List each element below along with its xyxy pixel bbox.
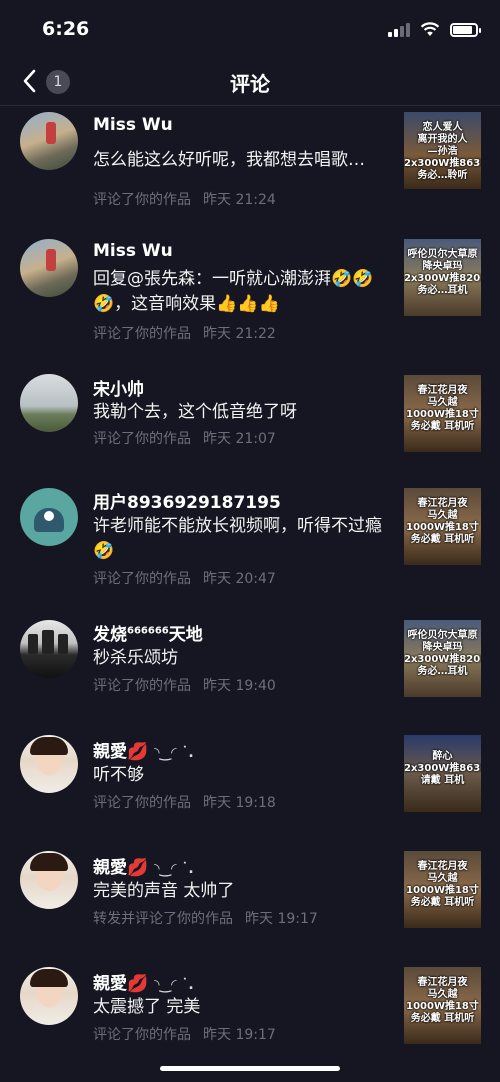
thumbnail-caption: 春江花月夜 马久越 1000W推18寸 务必戴 耳机听	[406, 498, 479, 545]
wifi-icon	[420, 22, 440, 36]
avatar[interactable]	[20, 620, 78, 678]
comment-text: 完美的声音 太帅了	[93, 881, 235, 901]
commenter-name[interactable]: 发烧666666天地	[93, 620, 203, 645]
comment-meta: 评论了你的作品 昨天 21:07	[93, 431, 276, 447]
comment-list: Miss Wu 怎么能这么好听呢，我都想去唱歌… 评论了你的作品 昨天 21:24…	[0, 107, 500, 1079]
thumbnail-caption: 呼伦贝尔大草原 降央卓玛 2x300W推8201 务必…耳机	[404, 249, 481, 296]
avatar[interactable]	[20, 239, 78, 297]
comment-text: 听不够	[93, 765, 144, 785]
avatar[interactable]	[20, 374, 78, 432]
status-bar: 6:26	[0, 0, 500, 58]
video-thumbnail[interactable]: 春江花月夜 马久越 1000W推18寸 务必戴 耳机听	[404, 488, 481, 565]
thumbnail-caption: 春江花月夜 马久越 1000W推18寸 务必戴 耳机听	[406, 977, 479, 1024]
video-thumbnail[interactable]: 呼伦贝尔大草原 降央卓玛 2x300W推8201 务必…耳机	[404, 620, 481, 697]
video-thumbnail[interactable]: 呼伦贝尔大草原 降央卓玛 2x300W推8201 务必…耳机	[404, 239, 481, 316]
thumbnail-caption: 醉心 2x300W推8631 请戴 耳机	[404, 751, 481, 786]
status-time: 6:26	[42, 18, 90, 40]
thumbnail-caption: 春江花月夜 马久越 1000W推18寸 务必戴 耳机听	[406, 385, 479, 432]
list-item[interactable]: Miss Wu 回复@張先森：一听就心潮澎湃🤣🤣🤣，这音响效果👍👍👍 评论了你的…	[0, 232, 500, 372]
comment-text: 秒杀乐颂坊	[93, 648, 178, 668]
comment-meta: 评论了你的作品 昨天 19:40	[93, 678, 276, 694]
comment-text: 回复@張先森：一听就心潮澎湃🤣🤣🤣，这音响效果👍👍👍	[93, 269, 374, 314]
video-thumbnail[interactable]: 春江花月夜 马久越 1000W推18寸 务必戴 耳机听	[404, 851, 481, 928]
thumbnail-caption: 春江花月夜 马久越 1000W推18寸 务必戴 耳机听	[406, 861, 479, 908]
comment-text: 太震撼了 完美	[93, 997, 201, 1017]
list-item[interactable]: 发烧666666天地 秒杀乐颂坊 评论了你的作品 昨天 19:40 呼伦贝尔大草原…	[0, 616, 500, 730]
commenter-name[interactable]: Miss Wu	[93, 241, 173, 261]
list-item[interactable]: 親愛💋 ◝‿◜ ˙. 太震撼了 完美 评论了你的作品 昨天 19:17 春江花月夜…	[0, 963, 500, 1079]
avatar[interactable]	[20, 112, 78, 170]
status-icons	[388, 22, 481, 37]
comment-meta: 评论了你的作品 昨天 19:17	[93, 1027, 276, 1043]
comment-meta: 评论了你的作品 昨天 19:18	[93, 795, 276, 811]
home-indicator[interactable]	[160, 1066, 340, 1071]
commenter-name[interactable]: 親愛💋 ◝‿◜ ˙.	[93, 737, 194, 762]
comment-meta: 评论了你的作品 昨天 20:47	[93, 571, 276, 587]
comment-text: 怎么能这么好听呢，我都想去唱歌…	[93, 150, 365, 170]
list-item[interactable]: 親愛💋 ◝‿◜ ˙. 听不够 评论了你的作品 昨天 19:18 醉心 2x300W…	[0, 730, 500, 847]
nav-bar: 1 评论	[0, 58, 500, 106]
list-item[interactable]: Miss Wu 怎么能这么好听呢，我都想去唱歌… 评论了你的作品 昨天 21:24…	[0, 107, 500, 232]
avatar[interactable]	[20, 851, 78, 909]
comment-text: 许老师能不能放长视频啊，听得不过瘾🤣	[93, 516, 382, 561]
comment-meta: 评论了你的作品 昨天 21:22	[93, 326, 276, 342]
battery-icon	[450, 22, 481, 37]
comment-meta: 评论了你的作品 昨天 21:24	[93, 192, 276, 208]
commenter-name[interactable]: 宋小帅	[93, 375, 144, 400]
avatar[interactable]	[20, 735, 78, 793]
video-thumbnail[interactable]: 恋人爱人 离开我的人 —孙浩 2x300W推8631 务必…聆听	[404, 112, 481, 189]
commenter-name[interactable]: Miss Wu	[93, 115, 173, 135]
commenter-name[interactable]: 親愛💋 ◝‿◜ ˙.	[93, 853, 194, 878]
avatar[interactable]	[20, 488, 78, 546]
video-thumbnail[interactable]: 醉心 2x300W推8631 请戴 耳机	[404, 735, 481, 812]
commenter-name[interactable]: 親愛💋 ◝‿◜ ˙.	[93, 969, 194, 994]
comment-meta: 转发并评论了你的作品 昨天 19:17	[93, 911, 318, 927]
avatar[interactable]	[20, 967, 78, 1025]
list-item[interactable]: 宋小帅 我勒个去，这个低音绝了呀 评论了你的作品 昨天 21:07 春江花月夜 马…	[0, 372, 500, 486]
thumbnail-caption: 恋人爱人 离开我的人 —孙浩 2x300W推8631 务必…聆听	[404, 122, 481, 181]
page-title: 评论	[230, 72, 270, 96]
comment-text: 我勒个去，这个低音绝了呀	[93, 402, 297, 422]
list-item[interactable]: 用户8936929187195 许老师能不能放长视频啊，听得不过瘾🤣 评论了你的…	[0, 486, 500, 616]
thumbnail-caption: 呼伦贝尔大草原 降央卓玛 2x300W推8201 务必…耳机	[404, 630, 481, 677]
commenter-name[interactable]: 用户8936929187195	[93, 488, 281, 513]
list-item[interactable]: 親愛💋 ◝‿◜ ˙. 完美的声音 太帅了 转发并评论了你的作品 昨天 19:17 …	[0, 847, 500, 963]
cellular-signal-icon	[388, 22, 410, 37]
video-thumbnail[interactable]: 春江花月夜 马久越 1000W推18寸 务必戴 耳机听	[404, 375, 481, 452]
video-thumbnail[interactable]: 春江花月夜 马久越 1000W推18寸 务必戴 耳机听	[404, 967, 481, 1044]
